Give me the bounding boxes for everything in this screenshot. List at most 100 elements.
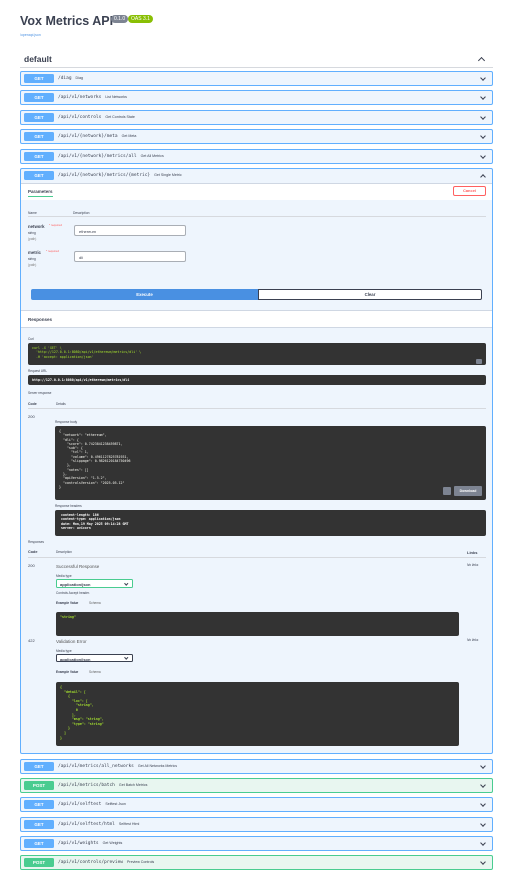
oas-badge: OAS 3.1 — [128, 15, 153, 23]
chevron-down-icon — [480, 782, 486, 788]
schema-tab[interactable]: Schema — [89, 670, 101, 674]
cancel-button[interactable]: Cancel — [453, 186, 486, 196]
chevron-down-icon — [123, 580, 128, 585]
operation-row[interactable]: POST/api/v1/metrics/batch Get Batch Metri… — [20, 778, 493, 793]
operation-path: /api/v1/{network}/meta Get Meta — [58, 134, 137, 139]
param-name-metric: metric — [28, 250, 41, 255]
example-block: "string" — [56, 612, 459, 636]
parameters-header: Parameters Cancel — [21, 183, 492, 200]
param-required: * required — [46, 249, 60, 253]
server-code: 200 — [28, 414, 35, 419]
expanded-operation: GET /api/v1/{network}/metrics/{metric} Ge… — [20, 168, 493, 754]
chevron-down-icon — [480, 821, 486, 827]
method-badge: GET — [24, 800, 54, 809]
operation-path: /api/v1/metrics/batch Get Batch Metrics — [58, 783, 148, 788]
response-description: Validation Error — [56, 639, 87, 644]
tag-name: default — [24, 54, 52, 64]
method-badge: GET — [24, 93, 54, 102]
media-type-select[interactable]: application/json — [56, 579, 133, 588]
example-value-tab[interactable]: Example Value — [56, 670, 78, 674]
operation-row[interactable]: POST/api/v1/controls/preview Preview Cont… — [20, 855, 493, 870]
api-title: Vox Metrics API — [20, 14, 114, 28]
response-headers-label: Response headers — [55, 504, 82, 508]
response-code-200: 200 — [28, 563, 35, 568]
method-badge: POST — [24, 858, 54, 867]
download-button[interactable]: Download — [454, 486, 482, 496]
operation-row[interactable]: GET/api/v1/{network}/meta Get Meta — [20, 129, 493, 144]
request-url-block: http://127.0.0.1:8080/api/v1/ethereum/me… — [28, 375, 486, 385]
operation-path: /api/v1/weights Get Weights — [58, 841, 123, 846]
col-description: Description — [73, 211, 90, 215]
method-badge: GET — [24, 839, 54, 848]
chevron-down-icon — [480, 133, 486, 139]
col-links: Links — [467, 550, 478, 555]
chevron-down-icon — [480, 153, 486, 159]
operation-row[interactable]: GET/api/v1/controls Get Controls State — [20, 110, 493, 125]
operation-row[interactable]: GET/api/v1/selftest Selftest Json — [20, 797, 493, 812]
col-desc: Description — [56, 550, 72, 554]
responses-header: Responses — [21, 310, 492, 328]
method-badge: GET — [24, 171, 54, 180]
response-body-block: { "network": "ethereum", "dli": { "score… — [55, 426, 486, 500]
copy-icon[interactable] — [443, 487, 451, 495]
media-type-label: Media type — [56, 649, 72, 653]
operation-path: /api/v1/metrics/all_networks Get All Netw… — [58, 764, 177, 769]
method-badge: GET — [24, 152, 54, 161]
method-badge: GET — [24, 113, 54, 122]
chevron-down-icon — [480, 840, 486, 846]
operation-row[interactable]: GET/api/v1/selftest/html Selftest Html — [20, 817, 493, 832]
chevron-up-icon — [477, 56, 486, 65]
version-badge: 0.1.0 — [111, 15, 129, 23]
response-description: Successful Response — [56, 564, 100, 569]
operation-path: /api/v1/networks List Networks — [58, 95, 127, 100]
operation-path[interactable]: /api/v1/{network}/metrics/{metric} Get Si… — [58, 173, 182, 178]
operation-row[interactable]: GET/api/v1/weights Get Weights — [20, 836, 493, 851]
operation-path: /api/v1/controls Get Controls State — [58, 115, 135, 120]
response-links: No links — [467, 638, 479, 642]
param-required: * required — [49, 223, 63, 227]
operation-path: /api/v1/selftest Selftest Json — [58, 802, 126, 807]
response-headers-block: content-length: 186 content-type: applic… — [55, 510, 486, 536]
copy-icon[interactable] — [476, 359, 482, 364]
code-col: Code — [28, 402, 37, 406]
example-value-tab[interactable]: Example Value — [56, 601, 78, 605]
clear-button[interactable]: Clear — [258, 289, 482, 300]
media-type-label: Media type — [56, 574, 72, 578]
method-badge: GET — [24, 132, 54, 141]
schema-tab[interactable]: Schema — [89, 601, 101, 605]
parameters-tab[interactable]: Parameters — [28, 189, 53, 197]
method-badge: GET — [24, 762, 54, 771]
response-code-422: 422 — [28, 638, 35, 643]
example-block: { "detail": [ { "loc": [ "string", 0 ], … — [56, 682, 459, 746]
operation-path: /diag Diag — [58, 76, 83, 81]
operation-row[interactable]: GET/api/v1/{network}/metrics/all Get All … — [20, 149, 493, 164]
method-badge: GET — [24, 820, 54, 829]
method-badge: GET — [24, 74, 54, 83]
operation-row[interactable]: GET/api/v1/networks List Networks — [20, 90, 493, 105]
divider — [28, 557, 486, 558]
responses-label: Responses — [28, 540, 44, 544]
curl-block: curl -X 'GET' \ 'http://127.0.0.1:8080/a… — [28, 343, 486, 365]
operation-row[interactable]: GET/api/v1/metrics/all_networks Get All N… — [20, 759, 493, 774]
media-type-select[interactable]: application/json — [56, 654, 133, 662]
operation-path: /api/v1/selftest/html Selftest Html — [58, 822, 140, 827]
responses-title: Responses — [28, 317, 53, 322]
method-badge: POST — [24, 781, 54, 790]
operation-path: /api/v1/{network}/metrics/all Get All Met… — [58, 154, 164, 159]
operation-row[interactable]: GET/diag Diag — [20, 71, 493, 86]
operation-path: /api/v1/controls/preview Preview Controls — [58, 860, 155, 865]
chevron-down-icon — [480, 859, 486, 865]
chevron-up-icon[interactable] — [480, 174, 486, 180]
spec-link[interactable]: /openapi.json — [20, 33, 41, 37]
accept-note: Controls Accept header. — [56, 591, 90, 595]
tag-section-default[interactable]: default — [20, 52, 493, 68]
request-url-label: Request URL — [28, 369, 48, 373]
divider — [28, 408, 486, 409]
param-in: (path) — [28, 237, 37, 241]
chevron-down-icon — [480, 763, 486, 769]
curl-label: Curl — [28, 337, 34, 341]
execute-button[interactable]: Execute — [31, 289, 258, 300]
network-input[interactable]: ethereum — [74, 225, 186, 236]
response-links: No links — [467, 563, 479, 567]
metric-input[interactable]: dli — [74, 251, 186, 262]
